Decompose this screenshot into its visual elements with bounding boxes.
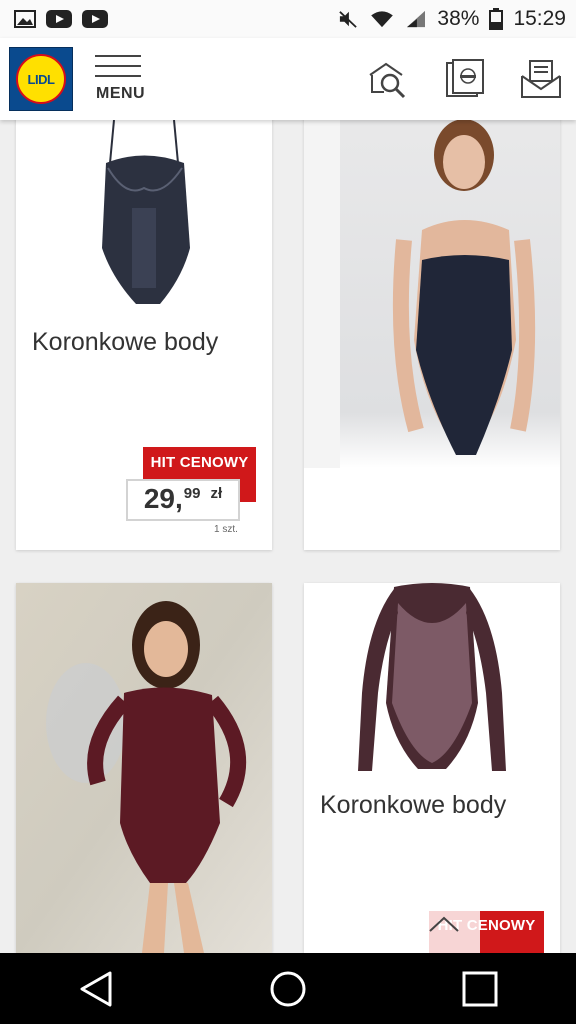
home-button[interactable] [258, 959, 318, 1019]
product-title: Koronkowe body [320, 791, 507, 819]
youtube-icon [82, 10, 108, 28]
product-title: Koronkowe body [32, 328, 219, 356]
product-photo-card[interactable] [304, 100, 560, 550]
product-image [102, 119, 190, 304]
leaflet-icon[interactable] [443, 58, 485, 100]
system-nav-bar [0, 953, 576, 1024]
product-photo [304, 100, 560, 468]
scroll-to-top-button[interactable] [408, 901, 480, 953]
logo-circle: LIDL [16, 54, 66, 104]
logo-text: LIDL [27, 71, 55, 87]
product-image [358, 583, 506, 771]
mail-icon[interactable] [520, 58, 562, 100]
hamburger-line [95, 75, 141, 77]
hamburger-icon [95, 55, 141, 57]
image-icon [14, 10, 36, 28]
price-currency: zł [210, 485, 223, 502]
signal-icon [407, 10, 426, 28]
status-bar: 38% 15:29 [0, 0, 576, 38]
home-circle-icon [270, 971, 306, 1006]
lidl-logo[interactable]: LIDL [9, 47, 73, 111]
unit-label: 1 szt. [214, 524, 238, 535]
menu-label: MENU [96, 85, 146, 102]
recents-button[interactable] [450, 959, 510, 1019]
battery-percent: 38% [437, 7, 480, 30]
product-card[interactable]: Koronkowe body HIT CENOWY [304, 583, 560, 953]
youtube-icon [46, 10, 72, 28]
product-photo [16, 583, 272, 953]
mute-icon [339, 11, 358, 28]
price-main: 29, [143, 483, 183, 514]
search-icon[interactable] [366, 58, 408, 100]
recents-square-icon [462, 971, 498, 1006]
back-triangle-icon [80, 971, 112, 1006]
wifi-icon [371, 11, 394, 28]
hamburger-line [95, 65, 141, 67]
back-button[interactable] [66, 959, 126, 1019]
clock: 15:29 [513, 7, 566, 30]
price-cents: 99 [183, 485, 201, 502]
app-header: LIDL MENU [0, 38, 576, 120]
product-card[interactable]: Koronkowe body HIT CENOWY 29, 99 zł 1 sz… [16, 100, 272, 550]
price-box: 29, 99 zł [126, 479, 240, 521]
chevron-up-icon [429, 916, 459, 932]
product-photo-card[interactable] [16, 583, 272, 953]
menu-button[interactable]: MENU [95, 52, 146, 108]
battery-icon [489, 8, 504, 30]
